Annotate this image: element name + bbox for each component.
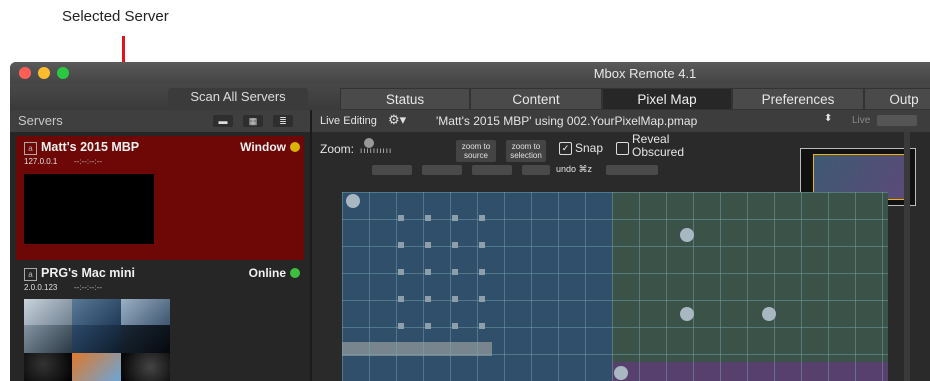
servers-panel-header: Servers ▬ ▦ ≣ (10, 110, 310, 132)
pixel-point (452, 215, 458, 221)
zoom-slider-ticks: ıııııııııı (360, 146, 393, 155)
window-title: Mbox Remote 4.1 (593, 66, 697, 81)
pixel-map-canvas[interactable] (342, 192, 888, 381)
server-output-thumbnail (24, 299, 170, 381)
pixel-point (452, 296, 458, 302)
live-toggle[interactable] (877, 115, 917, 126)
server-status: Window (240, 140, 286, 154)
pixel-point (398, 242, 404, 248)
tab-preferences[interactable]: Preferences (732, 88, 864, 110)
snap-checkbox[interactable]: ✓ (559, 142, 572, 155)
server-name: PRG's Mac mini (41, 266, 135, 280)
thumbnail-tile (121, 353, 170, 381)
detail-view-icon[interactable]: ≣ (273, 115, 293, 127)
vertical-scrollbar[interactable] (904, 132, 910, 381)
pixel-point (452, 269, 458, 275)
server-timecode: --:--:--:-- (74, 283, 102, 292)
toolbar: Scan All Servers Status Content Pixel Ma… (10, 84, 930, 110)
pixel-point (398, 269, 404, 275)
disabled-button[interactable] (422, 165, 462, 175)
callout-label: Selected Server (62, 8, 169, 25)
pixel-point (425, 323, 431, 329)
server-timecode: --:--:--:-- (74, 157, 102, 166)
pixel-point (398, 215, 404, 221)
server-status: Online (248, 266, 286, 280)
pixel-point (398, 296, 404, 302)
server-name: Matt's 2015 MBP (41, 140, 140, 154)
pixel-point (425, 269, 431, 275)
scan-all-servers-button[interactable]: Scan All Servers (168, 88, 308, 106)
server-app-icon: a (24, 268, 37, 281)
thumbnail-tile (24, 325, 72, 353)
fixture-marker[interactable] (614, 366, 628, 380)
app-window: Mbox Remote 4.1 Scan All Servers Status … (10, 62, 930, 381)
list-view-icon[interactable]: ▬ (213, 115, 233, 127)
server-ip: 2.0.0.123 (24, 283, 58, 292)
zoom-slider[interactable]: ıııııııııı (360, 138, 442, 156)
disabled-button[interactable] (606, 165, 658, 175)
reveal-obscured-checkbox[interactable] (616, 142, 629, 155)
zoom-controls: Zoom: ıııııııııı zoom to source zoom to … (312, 132, 930, 206)
tab-pixel-map[interactable]: Pixel Map (602, 88, 732, 110)
fixture-marker[interactable] (680, 307, 694, 321)
disabled-button[interactable] (372, 165, 412, 175)
pixel-map-panel: Live Editing ⚙▾ 'Matt's 2015 MBP' using … (312, 110, 930, 381)
title-bar: Mbox Remote 4.1 (10, 62, 930, 84)
pixel-point (479, 269, 485, 275)
snap-label: Snap (575, 141, 604, 155)
pixel-point (479, 242, 485, 248)
tab-output[interactable]: Outp (864, 88, 930, 110)
thumbnail-tile (72, 325, 121, 353)
status-led-icon (290, 268, 300, 278)
fixture-marker[interactable] (346, 194, 360, 208)
servers-panel-title: Servers (18, 113, 63, 128)
server-output-thumbnail (24, 174, 154, 244)
disabled-button[interactable] (522, 165, 550, 175)
thumbnail-tile (24, 353, 72, 381)
undo-button[interactable]: undo ⌘z (556, 164, 592, 175)
live-label: Live (852, 115, 871, 126)
pixel-map-select[interactable]: 'Matt's 2015 MBP' using 002.YourPixelMap… (436, 113, 816, 129)
pixel-point (425, 215, 431, 221)
server-ip: 127.0.0.1 (24, 157, 58, 166)
fixture-marker[interactable] (762, 307, 776, 321)
pixel-point (425, 242, 431, 248)
pixel-point (479, 215, 485, 221)
pixel-point (479, 323, 485, 329)
pixel-point (398, 323, 404, 329)
pixel-grid (342, 192, 888, 381)
zoom-to-source-button[interactable]: zoom to source (456, 140, 496, 162)
server-item[interactable]: a PRG's Mac mini Online 2.0.0.123 --:--:… (16, 262, 304, 381)
servers-panel: Servers ▬ ▦ ≣ a Matt's 2015 MBP Window 1… (10, 110, 312, 381)
thumbnail-tile (72, 299, 121, 325)
live-editing-label: Live Editing (320, 115, 377, 127)
tab-status[interactable]: Status (340, 88, 470, 110)
pixel-point (479, 296, 485, 302)
tab-content[interactable]: Content (470, 88, 602, 110)
gear-icon[interactable]: ⚙▾ (388, 112, 406, 128)
thumbnail-tile (24, 299, 72, 325)
server-item-selected[interactable]: a Matt's 2015 MBP Window 127.0.0.1 --:--… (16, 136, 304, 260)
thumbnail-tile (121, 325, 170, 353)
thumbnail-tile (72, 353, 121, 381)
server-app-icon: a (24, 142, 37, 155)
disabled-button[interactable] (472, 165, 512, 175)
zoom-to-selection-button[interactable]: zoom to selection (506, 140, 546, 162)
live-editing-bar: Live Editing ⚙▾ 'Matt's 2015 MBP' using … (312, 110, 930, 132)
pixel-point (452, 242, 458, 248)
reveal-obscured-label: Reveal Obscured (632, 132, 685, 159)
pixel-point (452, 323, 458, 329)
zoom-label: Zoom: (320, 142, 355, 156)
pixel-point (425, 296, 431, 302)
select-arrows-icon[interactable]: ⬍ (824, 113, 832, 124)
thumbnail-tile (121, 299, 170, 325)
grid-view-icon[interactable]: ▦ (243, 115, 263, 127)
fixture-marker[interactable] (680, 228, 694, 242)
status-led-icon (290, 142, 300, 152)
